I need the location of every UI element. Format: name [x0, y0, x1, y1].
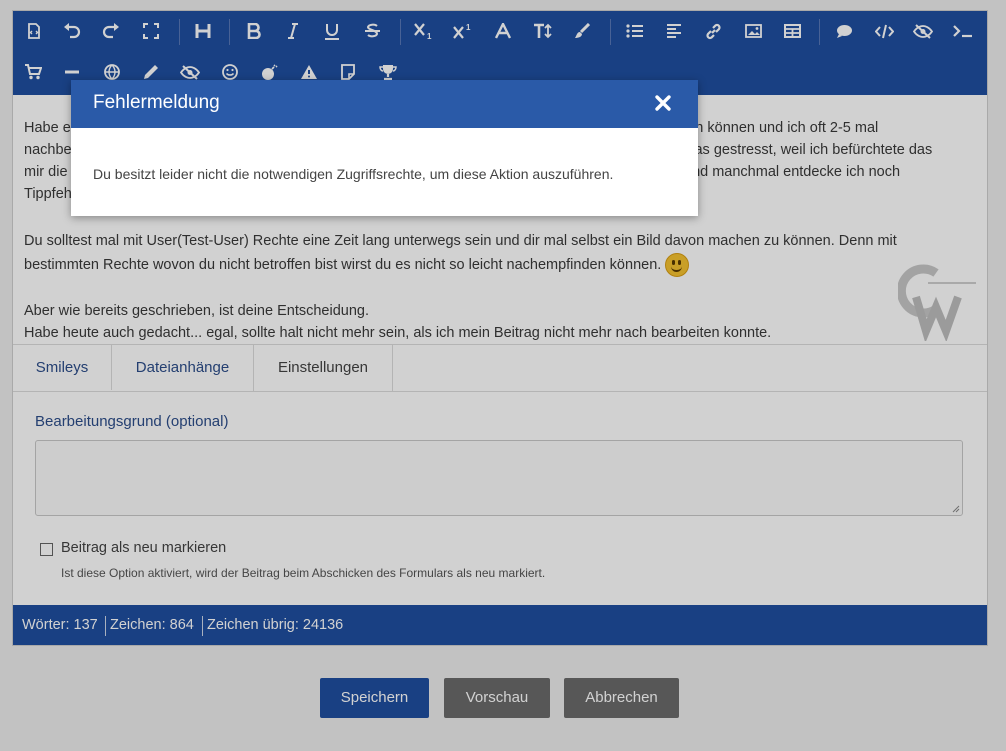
dialog-message: Du besitzt leider nicht die notwendigen … — [93, 166, 614, 182]
close-icon[interactable] — [652, 92, 674, 114]
dialog-header: Fehlermeldung — [71, 80, 698, 128]
dialog-title: Fehlermeldung — [93, 92, 220, 113]
error-dialog: Fehlermeldung Du besitzt leider nicht di… — [71, 80, 698, 216]
